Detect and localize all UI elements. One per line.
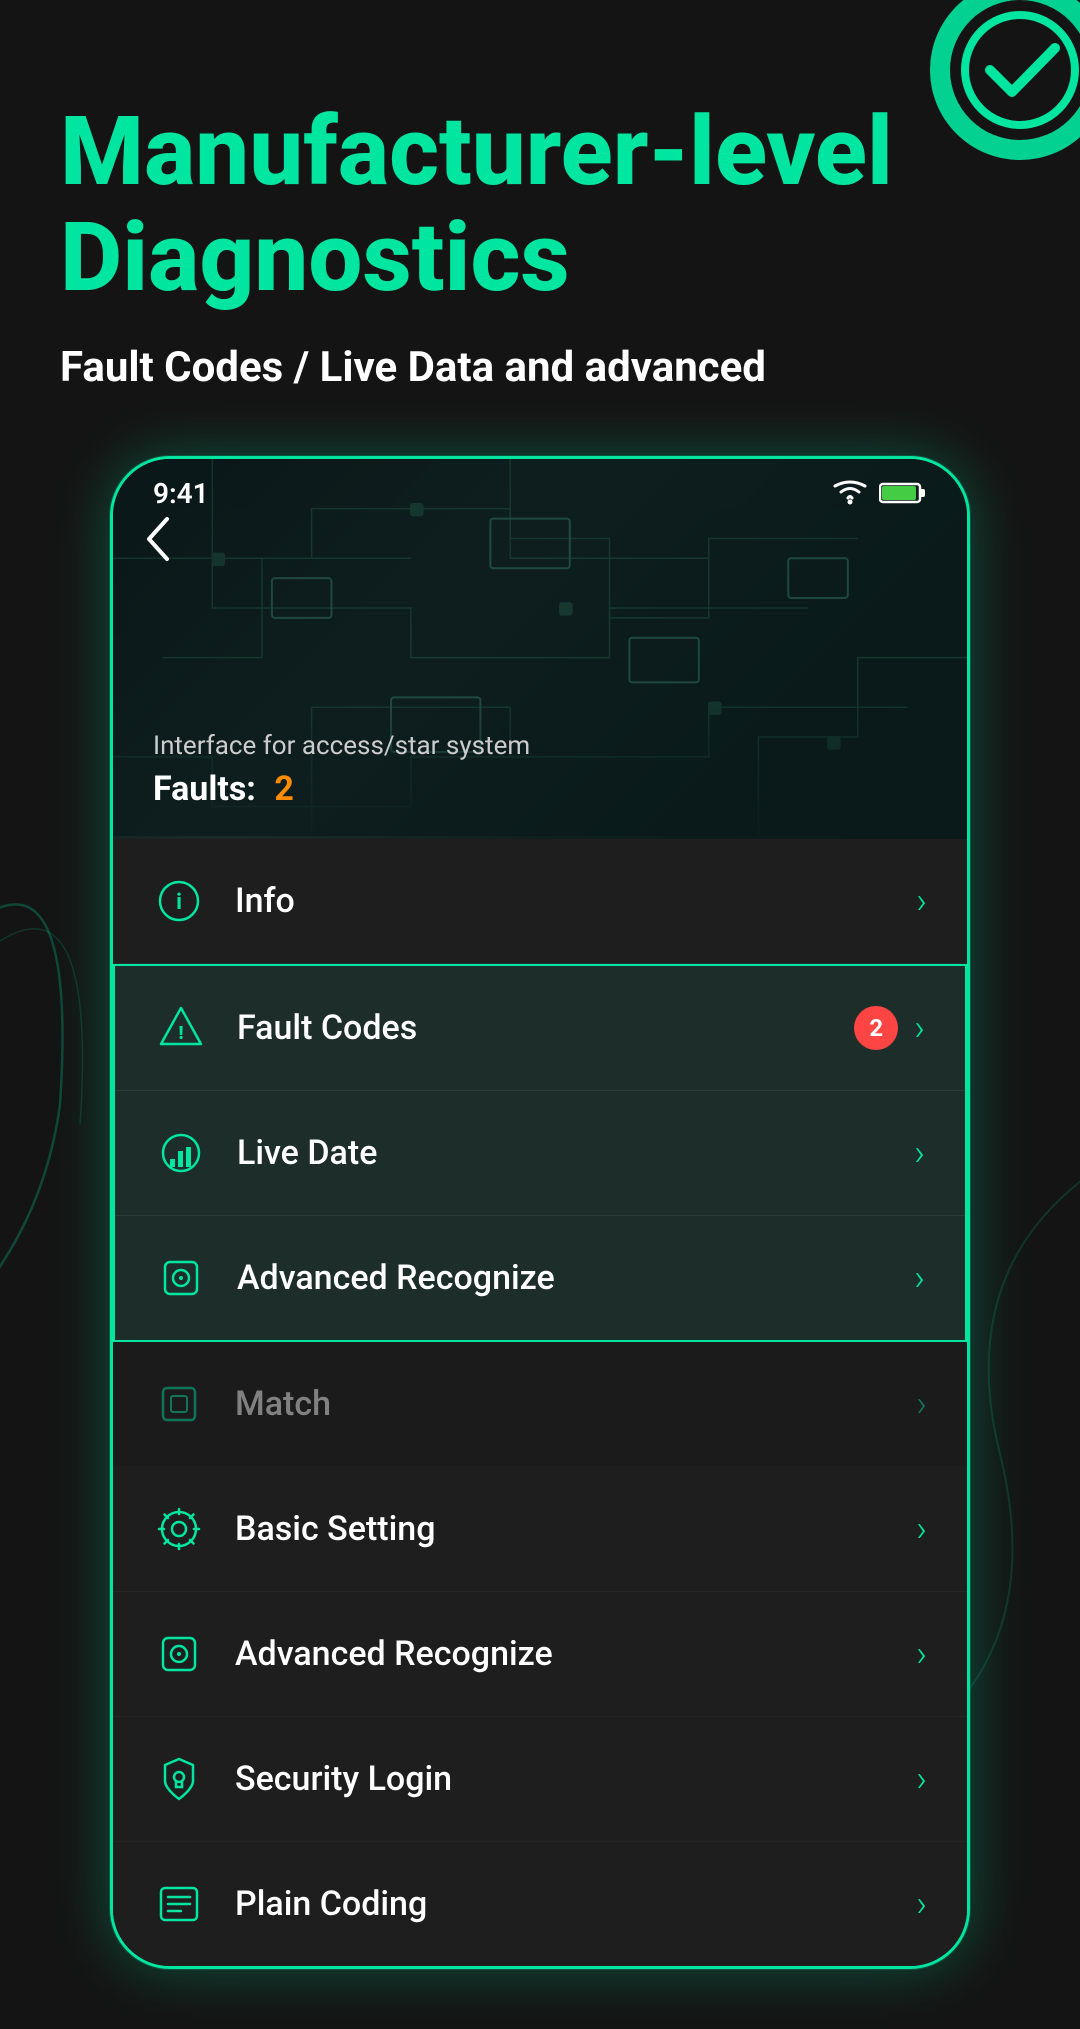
plain-coding-icon — [153, 1878, 205, 1930]
plain-coding-arrow: › — [916, 1883, 927, 1925]
advanced-recognize-1-label: Advanced Recognize — [237, 1258, 914, 1298]
fault-codes-badge: 2 — [854, 1006, 898, 1050]
menu-container: i Info › ! Fault Codes 2 — [113, 839, 967, 1966]
subtitle: Fault Codes / Live Data and advanced — [60, 341, 1020, 396]
advanced-recognize-2-icon — [153, 1628, 205, 1680]
basic-setting-label: Basic Setting — [235, 1509, 916, 1549]
live-date-arrow: › — [914, 1132, 925, 1174]
svg-text:i: i — [176, 890, 182, 915]
svg-text:!: ! — [179, 1023, 184, 1044]
security-login-arrow: › — [916, 1758, 927, 1800]
advanced-recognize-1-arrow: › — [914, 1257, 925, 1299]
status-bar: 9:41 — [113, 459, 967, 520]
main-title: Manufacturer-level Diagnostics — [60, 100, 1020, 311]
menu-item-match[interactable]: Match › — [113, 1342, 967, 1467]
hero-text: Interface for access/star system Faults:… — [153, 731, 530, 809]
menu-item-advanced-recognize-1[interactable]: Advanced Recognize › — [115, 1216, 965, 1340]
battery-icon — [879, 481, 927, 505]
faults-label: Faults: 2 — [153, 769, 530, 809]
menu-item-basic-setting[interactable]: Basic Setting › — [113, 1467, 967, 1592]
back-button[interactable] — [143, 514, 173, 574]
header-section: Manufacturer-level Diagnostics Fault Cod… — [60, 100, 1020, 396]
match-label: Match — [235, 1384, 916, 1424]
info-arrow: › — [916, 880, 927, 922]
status-time: 9:41 — [153, 477, 209, 510]
fault-codes-arrow: › — [914, 1007, 925, 1049]
menu-item-advanced-recognize-2[interactable]: Advanced Recognize › — [113, 1592, 967, 1717]
security-login-icon — [153, 1753, 205, 1805]
wifi-icon — [833, 480, 867, 506]
basic-setting-arrow: › — [916, 1508, 927, 1550]
match-icon — [153, 1378, 205, 1430]
advanced-recognize-2-arrow: › — [916, 1633, 927, 1675]
fault-codes-icon: ! — [155, 1002, 207, 1054]
info-label: Info — [235, 881, 916, 921]
menu-item-info[interactable]: i Info › — [113, 839, 967, 964]
faults-count: 2 — [274, 769, 294, 809]
phone-hero-area: 9:41 — [113, 459, 967, 839]
advanced-recognize-1-icon — [155, 1252, 207, 1304]
advanced-recognize-2-label: Advanced Recognize — [235, 1634, 916, 1674]
basic-setting-icon — [153, 1503, 205, 1555]
highlighted-group: ! Fault Codes 2 › — [113, 964, 967, 1342]
security-login-label: Security Login — [235, 1759, 916, 1799]
interface-label: Interface for access/star system — [153, 731, 530, 761]
menu-item-security-login[interactable]: Security Login › — [113, 1717, 967, 1842]
menu-item-fault-codes[interactable]: ! Fault Codes 2 › — [115, 966, 965, 1091]
phone-mockup: 9:41 — [110, 456, 970, 1969]
fault-codes-label: Fault Codes — [237, 1008, 854, 1048]
live-date-label: Live Date — [237, 1133, 914, 1173]
plain-coding-label: Plain Coding — [235, 1884, 916, 1924]
live-date-icon — [155, 1127, 207, 1179]
menu-item-live-date[interactable]: Live Date › — [115, 1091, 965, 1216]
match-arrow: › — [916, 1383, 927, 1425]
info-icon: i — [153, 875, 205, 927]
status-icons — [833, 480, 927, 506]
menu-item-plain-coding[interactable]: Plain Coding › — [113, 1842, 967, 1966]
